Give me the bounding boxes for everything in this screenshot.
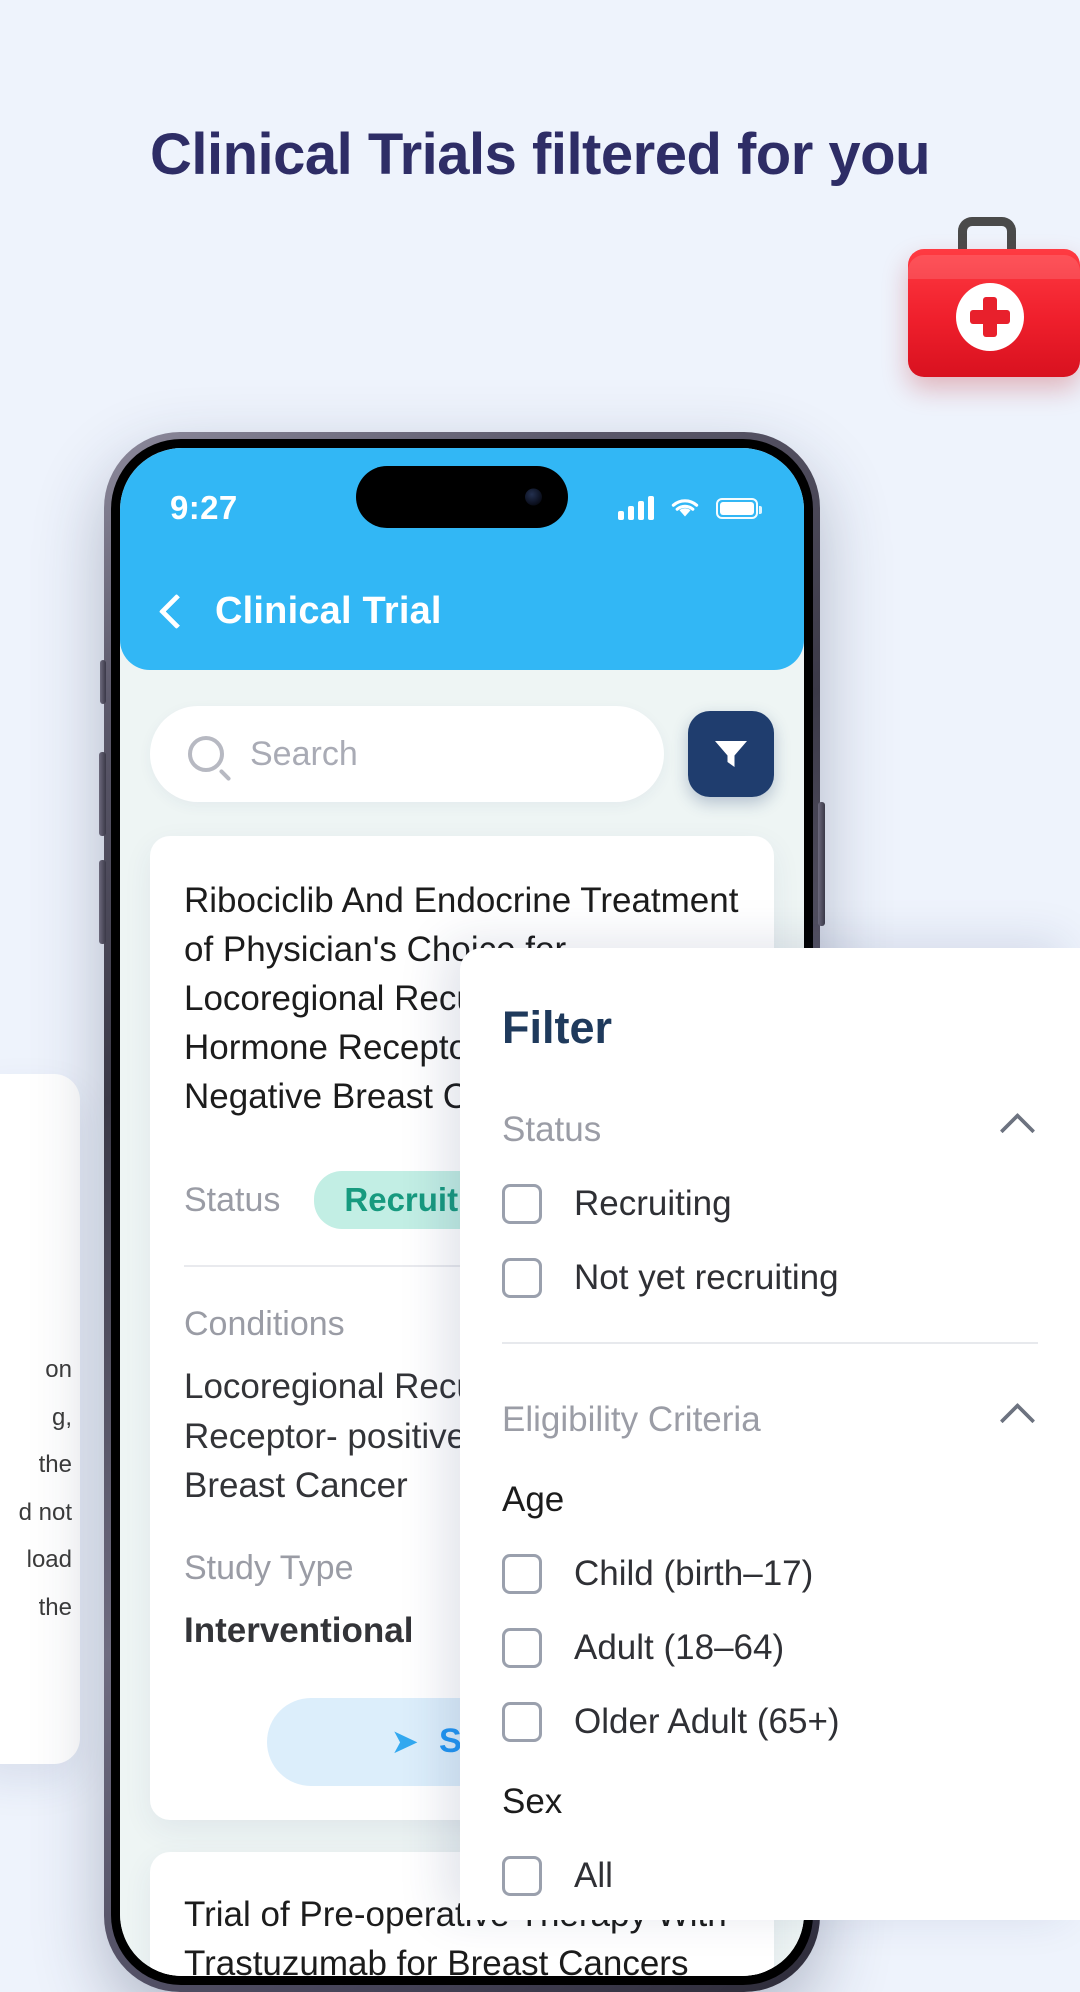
filter-option-recruiting[interactable]: Recruiting: [502, 1184, 1038, 1224]
peek-line: the: [38, 1593, 72, 1621]
filter-option-child[interactable]: Child (birth–17): [502, 1554, 1038, 1594]
peek-line: d not: [18, 1498, 72, 1526]
checkbox[interactable]: [502, 1184, 542, 1224]
background-card-left: on g, the d not load the: [0, 1074, 80, 1764]
cellular-signal-icon: [618, 496, 654, 520]
filter-option-all[interactable]: All: [502, 1856, 1038, 1896]
option-label: Child (birth–17): [574, 1554, 814, 1593]
filter-option-older-adult[interactable]: Older Adult (65+): [502, 1702, 1038, 1742]
status-icon-group: [618, 496, 762, 520]
chevron-left-icon[interactable]: [158, 593, 195, 629]
app-nav-bar: Clinical Trial: [120, 552, 804, 670]
checkbox[interactable]: [502, 1628, 542, 1668]
filter-group-eligibility-header[interactable]: Eligibility Criteria: [502, 1400, 1038, 1440]
filter-funnel-icon: [713, 738, 749, 770]
background-card-text: on g, the d not load the: [0, 1346, 72, 1631]
peek-line: on: [45, 1356, 72, 1383]
filter-panel: Filter Status Recruiting Not yet recruit…: [460, 948, 1080, 1920]
peek-line: the: [38, 1451, 72, 1479]
status-label: Status: [184, 1180, 281, 1219]
filter-group-title: Eligibility Criteria: [502, 1400, 761, 1439]
search-placeholder: Search: [250, 734, 358, 773]
option-label: Adult (18–64): [574, 1628, 785, 1667]
filter-divider: [502, 1342, 1038, 1344]
filter-button[interactable]: [688, 711, 774, 797]
wifi-icon: [671, 499, 699, 517]
checkbox[interactable]: [502, 1856, 542, 1896]
checkbox[interactable]: [502, 1258, 542, 1298]
option-label: All: [574, 1856, 613, 1895]
filter-group-status-header[interactable]: Status: [502, 1110, 1038, 1150]
search-icon: [188, 736, 224, 772]
chevron-up-icon[interactable]: [999, 1402, 1036, 1438]
page-title: Clinical Trial: [215, 589, 442, 632]
cross-horizontal: [970, 310, 1010, 324]
front-camera: [525, 488, 542, 506]
option-label: Recruiting: [574, 1184, 732, 1223]
option-label: Older Adult (65+): [574, 1702, 840, 1741]
kit-lid: [908, 255, 1080, 279]
checkbox[interactable]: [502, 1702, 542, 1742]
peek-line: g,: [51, 1403, 72, 1431]
filter-option-adult[interactable]: Adult (18–64): [502, 1628, 1038, 1668]
share-arrow-icon: ➤: [390, 1722, 420, 1761]
filter-panel-title: Filter: [502, 1002, 613, 1053]
filter-subgroup-age-title: Age: [502, 1480, 565, 1519]
volume-up-button[interactable]: [99, 752, 106, 836]
battery-full-icon: [716, 497, 762, 519]
checkbox[interactable]: [502, 1554, 542, 1594]
option-label: Not yet recruiting: [574, 1258, 839, 1297]
peek-line: load: [26, 1546, 72, 1574]
power-button[interactable]: [818, 802, 825, 926]
page-headline: Clinical Trials filtered for you: [149, 122, 931, 187]
filter-option-not-yet-recruiting[interactable]: Not yet recruiting: [502, 1258, 1038, 1298]
search-input[interactable]: Search: [150, 706, 664, 802]
filter-group-title: Status: [502, 1110, 602, 1149]
first-aid-kit-icon: [908, 217, 1080, 378]
filter-subgroup-sex-title: Sex: [502, 1782, 563, 1821]
volume-down-button[interactable]: [99, 860, 106, 944]
chevron-up-icon[interactable]: [999, 1112, 1036, 1148]
dynamic-island: [356, 466, 568, 528]
mute-switch[interactable]: [100, 660, 106, 704]
kit-cross-badge: [956, 283, 1024, 351]
search-row: Search: [120, 670, 804, 802]
status-clock: 9:27: [170, 489, 238, 526]
